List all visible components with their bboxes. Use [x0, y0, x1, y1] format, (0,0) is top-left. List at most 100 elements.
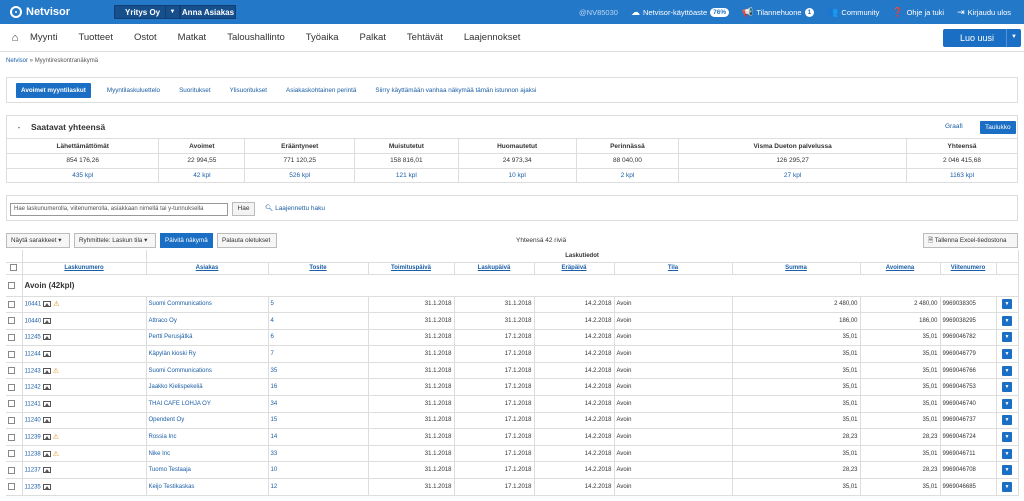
summary-count-cell[interactable]: 2 kpl [576, 168, 680, 183]
row-actions-button[interactable]: ▼ [1002, 299, 1013, 310]
column-header[interactable]: Viitenumero [940, 262, 997, 275]
column-header[interactable]: Asiakas [146, 262, 269, 275]
menu-item-matkat[interactable]: Matkat [178, 32, 207, 43]
row-actions-button[interactable]: ▼ [1002, 382, 1013, 393]
summary-count-link[interactable]: 2 kpl [621, 172, 635, 179]
customer-link[interactable]: THAI CAFE LOHJA OY [149, 401, 211, 407]
image-icon[interactable] [42, 483, 51, 490]
row-actions-button[interactable]: ▼ [1002, 349, 1013, 360]
customer-link[interactable]: Suomi Communications [149, 368, 212, 374]
image-icon[interactable] [42, 367, 51, 374]
row-checkbox[interactable] [8, 483, 15, 491]
row-actions-button[interactable]: ▼ [1002, 365, 1013, 376]
tab-payments[interactable]: Suoritukset [179, 87, 211, 94]
row-checkbox[interactable] [8, 416, 15, 424]
invoice-number-link[interactable]: 11244 [25, 351, 41, 357]
invoice-number-link[interactable]: 11237 [25, 468, 41, 474]
voucher-link[interactable]: 10 [271, 467, 278, 473]
column-header[interactable]: Eräpäivä [534, 262, 615, 275]
summary-count-cell[interactable]: 10 kpl [458, 168, 577, 183]
summary-count-cell[interactable]: 42 kpl [158, 168, 246, 183]
reset-defaults-button[interactable]: Palauta oletukset [217, 233, 277, 248]
summary-count-cell[interactable]: 526 kpl [244, 168, 356, 183]
invoice-number-link[interactable]: 11245 [25, 335, 41, 341]
netvisor-logo[interactable]: Netvisor [10, 6, 70, 18]
row-checkbox[interactable] [8, 317, 15, 325]
tab-overpayments[interactable]: Ylisuoritukset [230, 87, 267, 94]
summary-count-cell[interactable]: 121 kpl [354, 168, 459, 183]
row-checkbox[interactable] [8, 350, 15, 358]
row-actions-button[interactable]: ▼ [1002, 398, 1013, 409]
summary-count-link[interactable]: 121 kpl [396, 172, 417, 179]
column-header[interactable]: Laskunumero [22, 262, 147, 275]
group-checkbox[interactable] [8, 281, 15, 289]
customer-link[interactable]: Käpylän kioski Ry [149, 351, 196, 357]
menu-item-laajennokset[interactable]: Laajennokset [464, 32, 521, 43]
group-by-dropdown[interactable]: Ryhmittele: Laskun tila ▾ [74, 233, 156, 248]
create-new-button[interactable]: Luo uusi ▼ [943, 29, 1021, 47]
invoice-number-link[interactable]: 11240 [25, 418, 41, 424]
invoice-number-link[interactable]: 10440 [25, 318, 42, 324]
table-view-button[interactable]: Taulukko [980, 121, 1016, 134]
advanced-search-link[interactable]: 🔍︎ Laajennettu haku [265, 204, 325, 212]
row-checkbox[interactable] [8, 433, 15, 441]
voucher-link[interactable]: 6 [271, 334, 274, 340]
column-header[interactable]: Toimituspäivä [368, 262, 455, 275]
row-checkbox[interactable] [8, 400, 15, 408]
voucher-link[interactable]: 4 [271, 318, 274, 324]
select-all-checkbox[interactable] [10, 264, 18, 272]
community-link[interactable]: 👥 Community [827, 7, 879, 18]
menu-item-palkat[interactable]: Palkat [360, 32, 386, 43]
collapse-icon[interactable]: - [7, 123, 31, 132]
menu-item-myynti[interactable]: Myynti [30, 32, 57, 43]
row-checkbox[interactable] [8, 333, 15, 341]
row-actions-button[interactable]: ▼ [1002, 432, 1013, 443]
image-icon[interactable] [42, 334, 51, 341]
refresh-view-button[interactable]: Päivitä näkymä [160, 233, 213, 248]
customer-link[interactable]: Pertti Perusjätkä [149, 334, 193, 340]
summary-count-cell[interactable]: 1163 kpl [906, 168, 1017, 183]
menu-item-tehtavat[interactable]: Tehtävät [407, 32, 443, 43]
voucher-link[interactable]: 14 [271, 434, 278, 440]
tab-old-view[interactable]: Siirry käyttämään vanhaa näkymää tämän i… [375, 87, 536, 94]
image-icon[interactable] [42, 400, 51, 407]
voucher-link[interactable]: 35 [271, 368, 278, 374]
search-button[interactable]: Hae [232, 202, 255, 216]
summary-count-link[interactable]: 435 kpl [72, 172, 93, 179]
summary-count-link[interactable]: 526 kpl [289, 172, 310, 179]
image-icon[interactable] [42, 417, 51, 424]
summary-count-link[interactable]: 1163 kpl [950, 172, 974, 179]
row-actions-button[interactable]: ▼ [1002, 465, 1013, 476]
voucher-link[interactable]: 7 [271, 351, 274, 357]
invoice-number-link[interactable]: 11238 [25, 451, 41, 457]
row-checkbox[interactable] [8, 383, 15, 391]
image-icon[interactable] [42, 383, 51, 390]
invoice-number-link[interactable]: 11235 [25, 484, 41, 490]
graph-view-link[interactable]: Graafi [945, 123, 963, 130]
tab-invoice-list[interactable]: Myyntilaskuluettelo [107, 87, 160, 94]
image-icon[interactable] [42, 466, 51, 473]
customer-link[interactable]: Suomi Communications [149, 301, 212, 307]
invoice-number-link[interactable]: 10441 [25, 302, 42, 308]
invoice-number-link[interactable]: 11242 [25, 385, 41, 391]
voucher-link[interactable]: 15 [271, 417, 278, 423]
search-input[interactable]: Hae laskunumerolla, viitenumerolla, asia… [10, 203, 228, 216]
image-icon[interactable] [42, 434, 51, 441]
image-icon[interactable] [42, 450, 51, 457]
tab-open-invoices[interactable]: Avoimet myyntilaskut [16, 82, 91, 98]
row-checkbox[interactable] [8, 450, 15, 458]
company-selector[interactable]: Yritys Oy ▼ [114, 5, 180, 19]
home-icon[interactable]: ⌂ [0, 32, 30, 44]
menu-item-tuotteet[interactable]: Tuotteet [78, 32, 113, 43]
menu-item-tyoaika[interactable]: Työaika [306, 32, 339, 43]
column-header[interactable]: Avoimena [860, 262, 941, 275]
summary-count-link[interactable]: 42 kpl [193, 172, 210, 179]
invoice-number-link[interactable]: 11239 [25, 435, 41, 441]
breadcrumb-root[interactable]: Netvisor [6, 58, 28, 64]
summary-count-link[interactable]: 10 kpl [508, 172, 525, 179]
voucher-link[interactable]: 12 [271, 484, 278, 490]
summary-count-link[interactable]: 27 kpl [784, 172, 801, 179]
voucher-link[interactable]: 16 [271, 384, 278, 390]
row-checkbox[interactable] [8, 367, 15, 375]
tab-customer-collection[interactable]: Asiakaskohtainen perintä [286, 87, 356, 94]
